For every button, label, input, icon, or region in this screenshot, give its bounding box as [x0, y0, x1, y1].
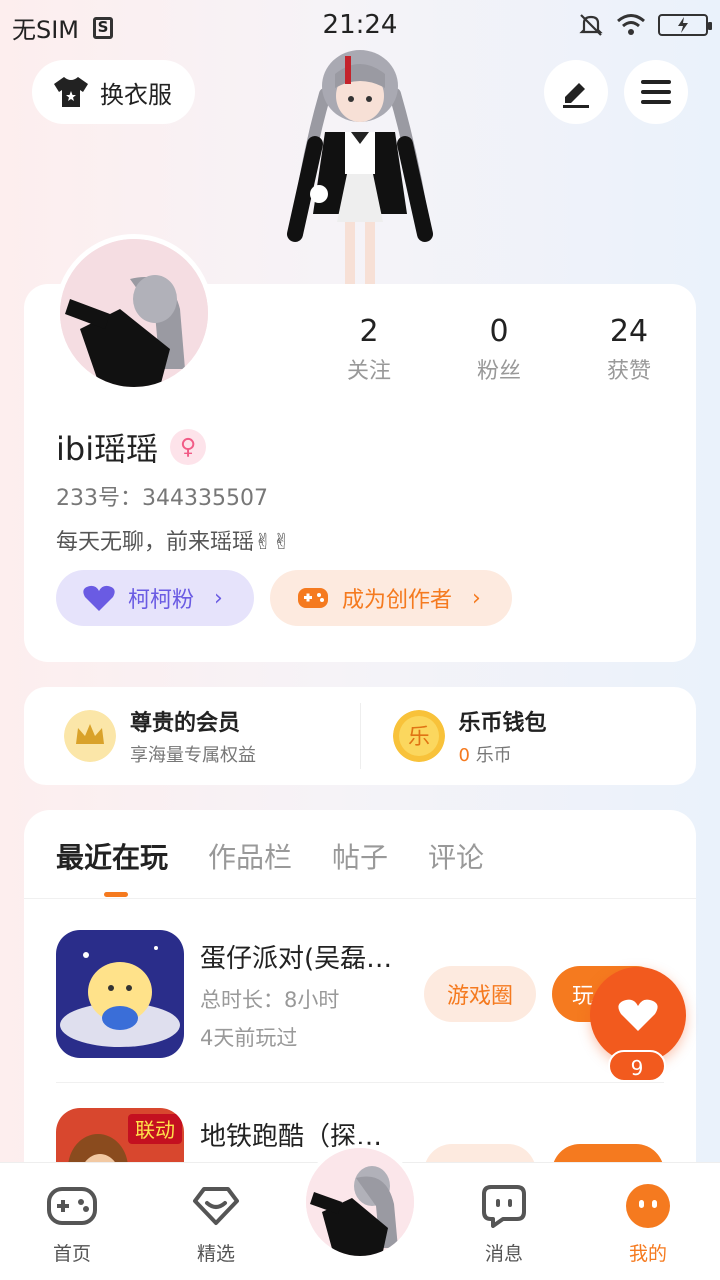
nav-featured[interactable]: 精选 [168, 1183, 264, 1266]
status-bar: 无SIM S 21:24 [0, 0, 720, 50]
stat-value: 24 [609, 314, 649, 349]
game-circle-button[interactable]: 游戏圈 [424, 966, 536, 1022]
profile-avatar[interactable] [55, 234, 213, 392]
edit-button[interactable] [544, 60, 608, 124]
nav-mine[interactable]: 我的 [600, 1183, 696, 1266]
avatar-image [306, 1148, 414, 1256]
tab-comments[interactable]: 评论 [428, 836, 484, 876]
active-tab-indicator [104, 892, 128, 897]
badge-text: 联动 [135, 1118, 175, 1142]
wallet-card: 尊贵的会员 享海量专属权益 乐 乐币钱包 0 乐币 [24, 687, 696, 785]
username-row: ibi瑶瑶 ♀ [56, 424, 207, 470]
divider [24, 898, 696, 899]
change-outfit-button[interactable]: 换衣服 [32, 60, 195, 124]
heart-icon [618, 999, 658, 1031]
nav-mine-label: 我的 [628, 1243, 667, 1265]
avatar-image [60, 239, 208, 387]
stat-fans[interactable]: 0 粉丝 [434, 314, 564, 385]
fan-club-label: 柯柯粉 [128, 588, 195, 613]
stat-value: 0 [489, 314, 509, 349]
profile-face-icon [626, 1184, 670, 1228]
coin-amount: 0 [458, 745, 470, 766]
nav-home-label: 首页 [52, 1243, 91, 1265]
become-creator-button[interactable]: 成为创作者 › [270, 570, 512, 626]
divider [56, 1082, 664, 1083]
user-bio: 每天无聊，前来瑶瑶✌✌ [56, 530, 291, 555]
username: ibi瑶瑶 [56, 430, 159, 468]
fan-club-button[interactable]: 柯柯粉 › [56, 570, 254, 626]
crown-icon [64, 710, 116, 762]
battery-icon [658, 14, 712, 36]
nav-featured-label: 精选 [196, 1243, 235, 1265]
gamepad-icon [298, 588, 328, 608]
nav-messages[interactable]: 消息 [456, 1183, 552, 1266]
mute-icon [579, 14, 603, 36]
vip-title: 尊贵的会员 [130, 711, 241, 736]
gamepad-icon [47, 1187, 97, 1225]
stat-likes[interactable]: 24 获赞 [564, 314, 694, 385]
nav-messages-label: 消息 [484, 1243, 523, 1265]
stat-label: 关注 [346, 359, 391, 384]
like-count-badge: 9 [608, 1050, 666, 1082]
menu-icon [641, 80, 671, 104]
tab-posts[interactable]: 帖子 [332, 836, 388, 876]
female-gender-icon: ♀ [170, 429, 207, 465]
chevron-right-icon: › [214, 585, 223, 611]
nav-center-avatar[interactable] [302, 1144, 418, 1260]
stat-label: 粉丝 [476, 359, 521, 384]
profile-stats: 2 关注 0 粉丝 24 获赞 [304, 314, 694, 385]
total-playtime: 总时长：8小时 [200, 988, 340, 1012]
stat-label: 获赞 [606, 359, 651, 384]
become-creator-label: 成为创作者 [342, 588, 453, 613]
chat-bubble-icon [482, 1185, 526, 1228]
game-title: 蛋仔派对(吴磊… [200, 944, 393, 974]
change-outfit-label: 换衣服 [100, 80, 172, 109]
game-icon-eggy-party [56, 930, 184, 1058]
profile-tabs: 最近在玩 作品栏 帖子 评论 [56, 836, 484, 876]
coin-icon: 乐 [392, 710, 445, 762]
shirt-icon [54, 77, 88, 107]
last-played: 4天前玩过 [200, 1026, 298, 1050]
coin-balance: 0 乐币 [459, 741, 547, 767]
tab-recent-play[interactable]: 最近在玩 [56, 836, 168, 876]
nav-home[interactable]: 首页 [24, 1183, 120, 1266]
diamond-heart-icon [193, 1187, 239, 1225]
vip-subtitle: 享海量专属权益 [130, 745, 256, 766]
coin-unit: 乐币 [475, 745, 512, 766]
chevron-right-icon: › [472, 585, 481, 611]
user-id: 233号：344335507 [56, 486, 268, 511]
stat-following[interactable]: 2 关注 [304, 314, 434, 385]
avatar-character-illustration[interactable] [275, 44, 445, 284]
stat-value: 2 [359, 314, 379, 349]
heart-icon [83, 585, 115, 611]
wifi-icon [617, 14, 645, 35]
floating-like-button[interactable] [590, 967, 686, 1063]
pencil-icon [563, 83, 589, 108]
menu-button[interactable] [624, 60, 688, 124]
coin-wallet-title: 乐币钱包 [458, 711, 547, 736]
coin-wallet-entry[interactable]: 乐 乐币钱包 0 乐币 [361, 687, 697, 785]
svg-text:乐: 乐 [407, 725, 429, 750]
tab-works[interactable]: 作品栏 [208, 836, 292, 876]
vip-membership-entry[interactable]: 尊贵的会员 享海量专属权益 [24, 687, 360, 785]
